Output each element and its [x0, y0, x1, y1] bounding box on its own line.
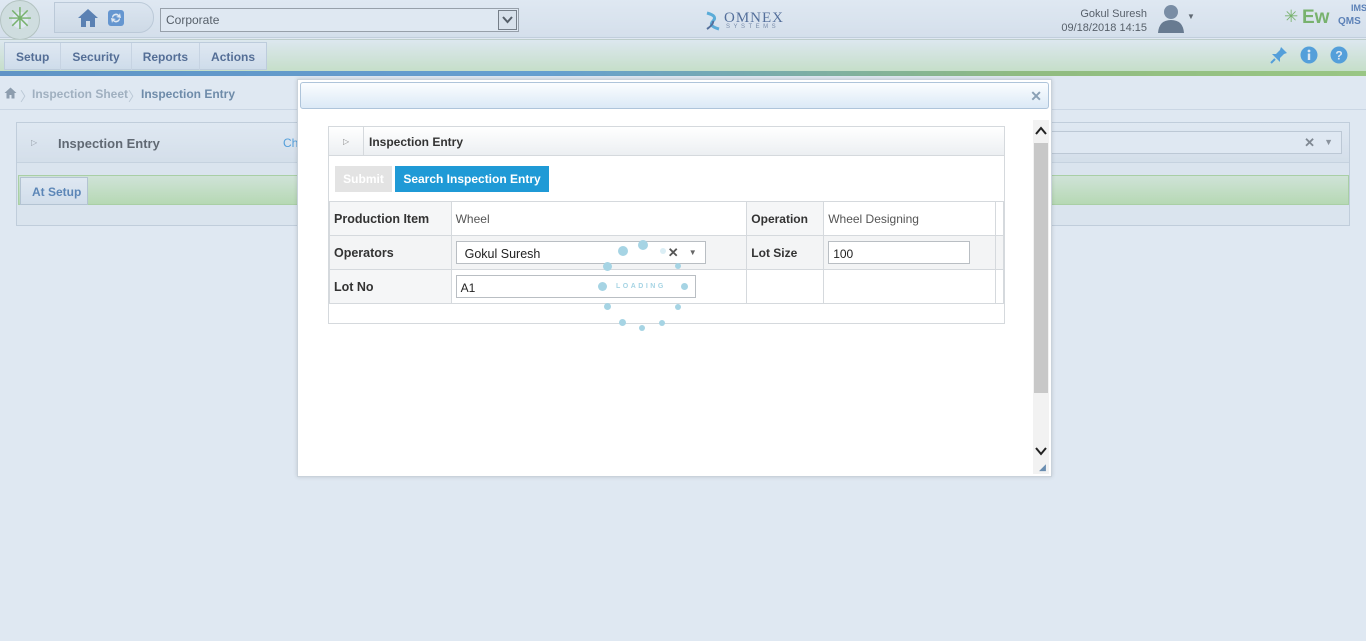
scroll-down-icon[interactable] — [1033, 442, 1049, 460]
empty-cell — [746, 269, 825, 304]
loading-spinner: LOADING — [596, 238, 690, 332]
loading-dot — [604, 303, 611, 310]
operators-label: Operators — [329, 235, 452, 270]
loading-dot — [639, 325, 645, 331]
search-inspection-entry-button[interactable]: Search Inspection Entry — [395, 166, 549, 192]
lot-size-cell: 100 — [823, 235, 997, 270]
scrollbar-thumb[interactable] — [1034, 143, 1048, 393]
loading-text: LOADING — [616, 283, 666, 290]
loading-dot — [659, 320, 665, 326]
divider — [363, 127, 364, 156]
loading-dot — [603, 262, 612, 271]
submit-button[interactable]: Submit — [335, 166, 392, 192]
form-row: Production Item Wheel Operation Wheel De… — [329, 201, 1004, 236]
row-edge — [995, 201, 1004, 236]
production-item-value: Wheel — [450, 201, 748, 236]
loading-dot — [675, 263, 681, 269]
form-header: ▷ Inspection Entry — [329, 127, 1004, 156]
form-title: Inspection Entry — [369, 135, 464, 149]
lot-no-label: Lot No — [329, 269, 452, 304]
empty-cell — [823, 269, 997, 304]
loading-dot — [681, 283, 688, 290]
expand-icon[interactable]: ▷ — [343, 137, 349, 146]
production-item-label: Production Item — [329, 201, 452, 236]
modal-header: ✕ — [300, 82, 1049, 109]
scroll-up-icon[interactable] — [1033, 122, 1049, 140]
loading-dot — [619, 319, 626, 326]
operators-select-value: Gokul Suresh — [464, 247, 541, 261]
resize-handle-icon[interactable]: ◢ — [1039, 462, 1046, 473]
modal-scrollbar[interactable] — [1033, 120, 1049, 474]
operation-label: Operation — [746, 201, 825, 236]
lot-size-input[interactable]: 100 — [828, 241, 971, 264]
loading-dot — [675, 304, 681, 310]
loading-dot — [618, 246, 628, 256]
row-edge — [995, 269, 1004, 304]
row-edge — [995, 235, 1004, 270]
operation-value: Wheel Designing — [823, 201, 997, 236]
loading-dot — [638, 240, 648, 250]
loading-dot — [660, 248, 666, 254]
lot-size-label: Lot Size — [746, 235, 825, 270]
close-icon[interactable]: ✕ — [1030, 88, 1042, 105]
loading-dot — [598, 282, 607, 291]
